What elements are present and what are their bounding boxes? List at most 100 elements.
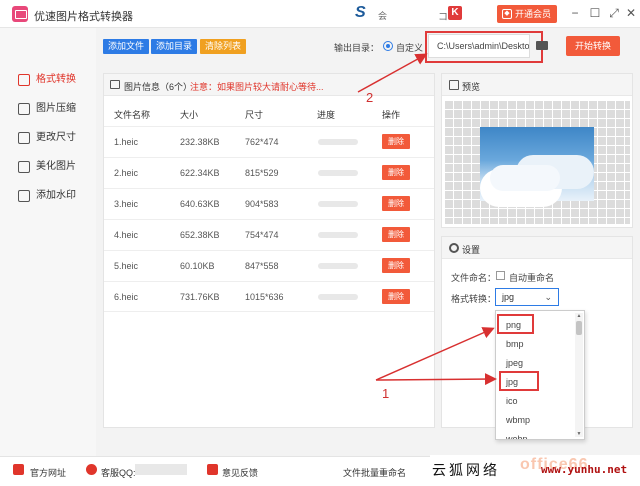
cell-size: 232.38KB: [180, 137, 220, 147]
format-selected: jpg: [502, 292, 515, 302]
progress-bar: [318, 232, 358, 238]
qq-number-redacted: [135, 464, 187, 475]
start-convert-button[interactable]: 开始转换: [566, 36, 620, 56]
scroll-up-icon[interactable]: ▲: [575, 313, 583, 319]
table-row: 6.heic 731.76KB 1015*636 删除: [104, 281, 434, 312]
col-filename: 文件名称: [114, 110, 151, 120]
sidebar-item-label: 美化图片: [36, 161, 76, 172]
cell-size: 652.38KB: [180, 230, 220, 240]
cell-name: 6.heic: [114, 292, 139, 302]
scroll-down-icon[interactable]: ▼: [575, 431, 583, 437]
cell-name: 1.heic: [114, 137, 139, 147]
website-link[interactable]: 官方网址: [30, 466, 66, 479]
settings-header: 设置: [442, 237, 632, 259]
cell-dims: 754*474: [245, 230, 279, 240]
app-logo-icon: [12, 6, 28, 22]
progress-bar: [318, 263, 358, 269]
app-title: 优速图片格式转换器: [34, 11, 133, 23]
sidebar-item-format-convert[interactable]: 格式转换: [18, 72, 76, 88]
cell-dims: 762*474: [245, 137, 279, 147]
delete-button[interactable]: 删除: [382, 227, 410, 242]
table-row: 1.heic 232.38KB 762*474 删除: [104, 126, 434, 157]
delete-button[interactable]: 删除: [382, 258, 410, 273]
col-dims: 尺寸: [245, 110, 264, 120]
scrollbar-thumb[interactable]: [576, 321, 582, 335]
preview-icon: [449, 80, 459, 90]
gear-icon: [449, 243, 459, 253]
delete-button[interactable]: 删除: [382, 134, 410, 149]
folder-icon[interactable]: [536, 41, 548, 50]
preview-image: [480, 127, 594, 201]
option-ico[interactable]: ico: [506, 396, 518, 406]
kuai-icon[interactable]: K: [448, 6, 462, 20]
delete-button[interactable]: 删除: [382, 289, 410, 304]
resize-icon: [18, 132, 30, 144]
cell-dims: 904*583: [245, 199, 279, 209]
image-icon: [110, 80, 120, 89]
custom-radio[interactable]: [383, 41, 393, 51]
file-panel-note: 注意：如果图片较大请耐心等待...: [190, 82, 324, 92]
cell-name: 5.heic: [114, 261, 139, 271]
format-select[interactable]: jpg ⌄: [495, 288, 559, 306]
col-size: 大小: [180, 110, 199, 120]
sidebar-item-beautify[interactable]: 美化图片: [18, 159, 76, 175]
pdf-feedback-icon: [207, 464, 218, 475]
s-brand-icon: S: [355, 4, 366, 21]
annotation-1: 1: [382, 386, 390, 401]
output-dir-label: 输出目录：: [334, 43, 380, 53]
watermark-icon: [18, 190, 30, 202]
option-bmp[interactable]: bmp: [506, 339, 524, 349]
batch-rename-link[interactable]: 文件批量重命名: [343, 466, 406, 479]
cell-size: 622.34KB: [180, 168, 220, 178]
sidebar-item-label: 更改尺寸: [36, 132, 76, 143]
progress-bar: [318, 294, 358, 300]
restore-button[interactable]: ☐: [587, 5, 603, 21]
option-webp[interactable]: webp: [506, 434, 528, 439]
add-folder-button[interactable]: 添加目录: [151, 39, 198, 54]
qq-icon: [86, 464, 97, 475]
highlight-path-box: [425, 31, 543, 63]
table-row: 4.heic 652.38KB 754*474 删除: [104, 219, 434, 250]
vip-label: 开通会员: [515, 9, 552, 19]
close-button[interactable]: ✕: [623, 5, 639, 21]
cell-name: 2.heic: [114, 168, 139, 178]
website-icon: [13, 464, 24, 475]
sidebar-item-resize[interactable]: 更改尺寸: [18, 130, 76, 146]
user-name: 会: [378, 11, 388, 21]
file-panel: 图片信息（6个） 注意：如果图片较大请耐心等待... 文件名称 大小 尺寸 进度…: [103, 73, 435, 428]
settings-title: 设置: [462, 245, 481, 255]
cell-name: 4.heic: [114, 230, 139, 240]
file-panel-header: 图片信息（6个） 注意：如果图片较大请耐心等待...: [104, 74, 434, 96]
cell-dims: 847*558: [245, 261, 279, 271]
clear-list-button[interactable]: 清除列表: [200, 39, 247, 54]
option-jpeg[interactable]: jpeg: [506, 358, 523, 368]
fullscreen-button[interactable]: ⤢: [606, 5, 622, 21]
sidebar-item-compress[interactable]: 图片压缩: [18, 101, 76, 117]
auto-rename-checkbox[interactable]: [496, 271, 505, 280]
cell-dims: 815*529: [245, 168, 279, 178]
sidebar-item-label: 图片压缩: [36, 103, 76, 114]
sidebar-item-watermark[interactable]: 添加水印: [18, 188, 76, 204]
custom-label: 自定义: [396, 43, 424, 53]
progress-bar: [318, 201, 358, 207]
sidebar-item-label: 格式转换: [36, 74, 76, 85]
col-progress: 进度: [317, 110, 336, 120]
option-wbmp[interactable]: wbmp: [506, 415, 530, 425]
auto-rename-label: 自动重命名: [509, 273, 555, 283]
format-label: 格式转换：: [451, 294, 497, 304]
minimize-button[interactable]: −: [567, 5, 583, 21]
delete-button[interactable]: 删除: [382, 165, 410, 180]
table-row: 3.heic 640.63KB 904*583 删除: [104, 188, 434, 219]
delete-button[interactable]: 删除: [382, 196, 410, 211]
beautify-icon: [18, 161, 30, 173]
qq-label[interactable]: 客服QQ:: [101, 466, 136, 479]
add-file-button[interactable]: 添加文件: [103, 39, 150, 54]
watermark-url: www.yunhu.net: [541, 463, 628, 476]
feedback-link[interactable]: 意见反馈: [222, 466, 258, 479]
vip-button[interactable]: ◆ 开通会员: [497, 5, 557, 23]
compress-icon: [18, 103, 30, 115]
col-action: 操作: [382, 110, 401, 120]
highlight-png: [497, 314, 534, 334]
sidebar: [0, 28, 96, 456]
convert-icon: [18, 74, 30, 86]
